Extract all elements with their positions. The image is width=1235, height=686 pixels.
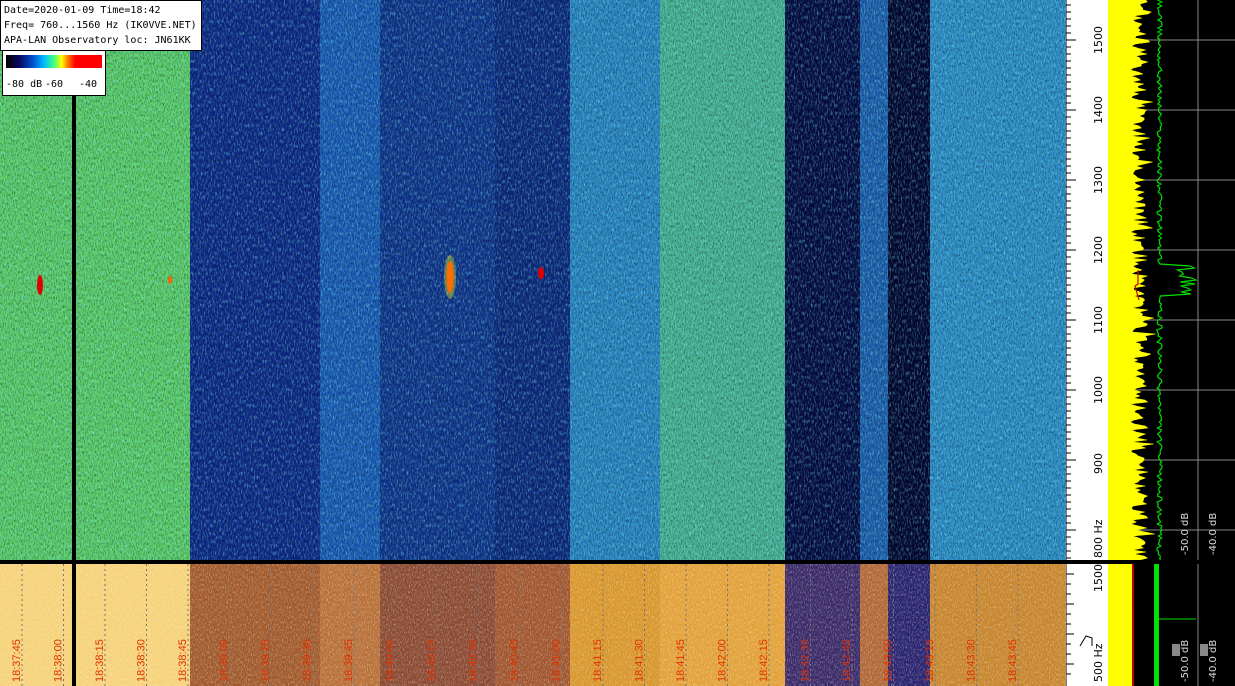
spectrum-plot-bottom: -50.0 dB -40.0 dB [1108,564,1235,686]
freq-tick-bottom-500: 500 Hz [1092,643,1105,682]
time-label: 18:43:00 [883,639,895,682]
freq-tick-label: 1300 [1092,166,1105,194]
info-frequency: Freq= 760...1560 Hz (IK0VVE.NET) [4,20,197,31]
time-label: 18:38:15 [94,639,106,682]
legend-label-max: -40 [79,79,98,90]
spectrum-label-40db: -40.0 dB [1208,513,1219,555]
bottom-waterfall-spectrogram: 18:37:45 18:38:00 18:38:15 18:38:30 18:38:45… [0,564,1066,686]
frequency-axis-bottom: 1500 500 Hz [1066,564,1108,686]
time-label: 18:38:45 [177,639,189,682]
legend-label-min: -80 dB [6,79,43,90]
meteor-echo [37,275,43,295]
freq-tick-bottom-1500: 1500 [1092,564,1105,592]
time-label: 18:40:30 [468,639,480,682]
freq-tick-label: 900 [1092,453,1105,474]
meteor-echo [168,276,172,284]
meteor-echo [538,267,544,279]
freq-tick-label: 1000 [1092,376,1105,404]
time-label: 18:40:15 [426,639,438,682]
spectrum-label-50db: -50.0 dB [1180,513,1191,555]
time-label: 18:43:30 [966,639,978,682]
time-label: 18:42:45 [841,639,853,682]
time-label: 18:42:30 [800,639,812,682]
info-box: Date=2020-01-09 Time=18:42 Freq= 760...15… [0,0,202,51]
time-label: 18:41:45 [675,639,687,682]
frequency-axis: 1500 1400 1300 1200 1100 1000 900 800 Hz [1066,0,1108,560]
time-label: 18:40:45 [509,639,521,682]
time-label: 18:40:00 [385,639,397,682]
time-label: 18:43:15 [924,639,936,682]
time-label: 18:38:00 [53,639,65,682]
time-label: 18:39:00 [219,639,231,682]
color-scale-bar [6,55,102,68]
info-observatory: APA-LAN Observatory loc: JN61KK [4,35,191,46]
legend-label-mid: -60 [45,79,64,90]
freq-tick-label: 1400 [1092,96,1105,124]
spectrum-bottom-label-40db: -40.0 dB [1208,640,1219,682]
time-label: 18:42:00 [717,639,729,682]
time-label: 18:41:30 [634,639,646,682]
time-label: 18:41:15 [592,639,604,682]
time-label: 18:42:15 [758,639,770,682]
time-label: 18:39:30 [302,639,314,682]
time-label: 18:38:30 [136,639,148,682]
color-scale-legend: -80 dB -60 -40 [2,50,106,96]
spectrum-bottom-label-50db: -50.0 dB [1180,640,1191,682]
freq-tick-label: 1200 [1092,236,1105,264]
spectrum-plot: -50.0 dB -40.0 dB [1108,0,1235,560]
freq-tick-label: 1100 [1092,306,1105,334]
time-label: 18:37:45 [11,639,23,682]
freq-tick-label: 1500 [1092,26,1105,54]
time-label: 18:43:45 [1007,639,1019,682]
main-waterfall-spectrogram [0,0,1066,560]
time-label: 18:39:15 [260,639,272,682]
time-label: 18:41:00 [551,639,563,682]
freq-tick-label: 800 Hz [1092,519,1105,558]
time-label: 18:39:45 [343,639,355,682]
info-date-time: Date=2020-01-09 Time=18:42 [4,5,161,16]
